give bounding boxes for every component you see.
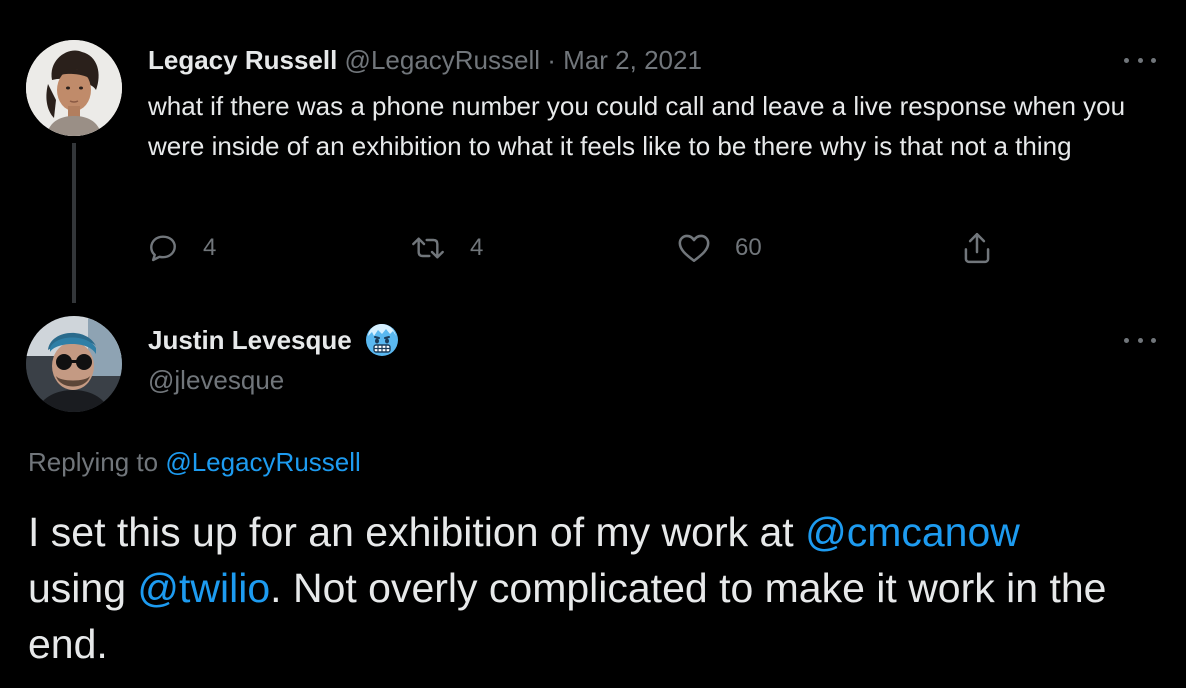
retweet-button[interactable]: 4 [410,230,483,266]
reply-more-options-button[interactable] [1124,332,1156,348]
more-icon-dot [1151,57,1156,63]
reply-button[interactable]: 4 [147,230,216,266]
separator-dot: · [547,45,556,75]
thread-connector-line [72,143,76,303]
parent-tweet-header: Legacy Russell @LegacyRussell · Mar 2, 2… [148,44,702,76]
reply-count: 4 [203,234,217,261]
replying-to-line: Replying to @LegacyRussell [28,444,361,480]
reply-author-name[interactable]: Justin Levesque [148,322,352,358]
author-name[interactable]: Legacy Russell [148,45,337,75]
author-handle[interactable]: @LegacyRussell [345,45,540,75]
like-count: 60 [735,234,762,261]
mention-twilio-link[interactable]: @twilio [137,565,270,611]
avatar-legacy-russell[interactable] [26,40,122,136]
like-button[interactable]: 60 [677,230,762,266]
share-button[interactable] [960,230,994,266]
tweet-date[interactable]: Mar 2, 2021 [563,45,702,75]
more-options-button[interactable] [1124,52,1156,68]
reply-author-handle[interactable]: @jlevesque [148,362,284,398]
parent-tweet-text: what if there was a phone number you cou… [148,91,1126,161]
more-icon-dot [1137,337,1143,343]
avatar-portrait-image [26,40,122,136]
replying-to-label: Replying to [28,447,159,477]
more-icon-dot [1137,57,1143,63]
reply-icon [150,235,176,262]
reply-text-part1: I set this up for an exhibition of my wo… [28,509,806,555]
reply-tweet-header: Justin Levesque [148,322,400,358]
more-icon [1124,57,1129,63]
replying-to-mention-link[interactable]: @LegacyRussell [165,447,360,477]
more-icon-dot [1151,337,1156,343]
reply-text-part2: using [28,565,138,611]
more-icon [1124,337,1129,343]
cold-face-emoji-icon [365,324,398,356]
like-icon [678,234,710,263]
mention-cmcanow-link[interactable]: @cmcanow [805,509,1020,555]
retweet-count: 4 [470,234,484,261]
avatar-justin-levesque[interactable] [26,316,122,412]
retweet-icon [412,237,444,259]
share-icon [964,232,990,264]
reply-tweet-text: I set this up for an exhibition of my wo… [28,504,1168,672]
avatar-portrait-image [26,316,122,412]
